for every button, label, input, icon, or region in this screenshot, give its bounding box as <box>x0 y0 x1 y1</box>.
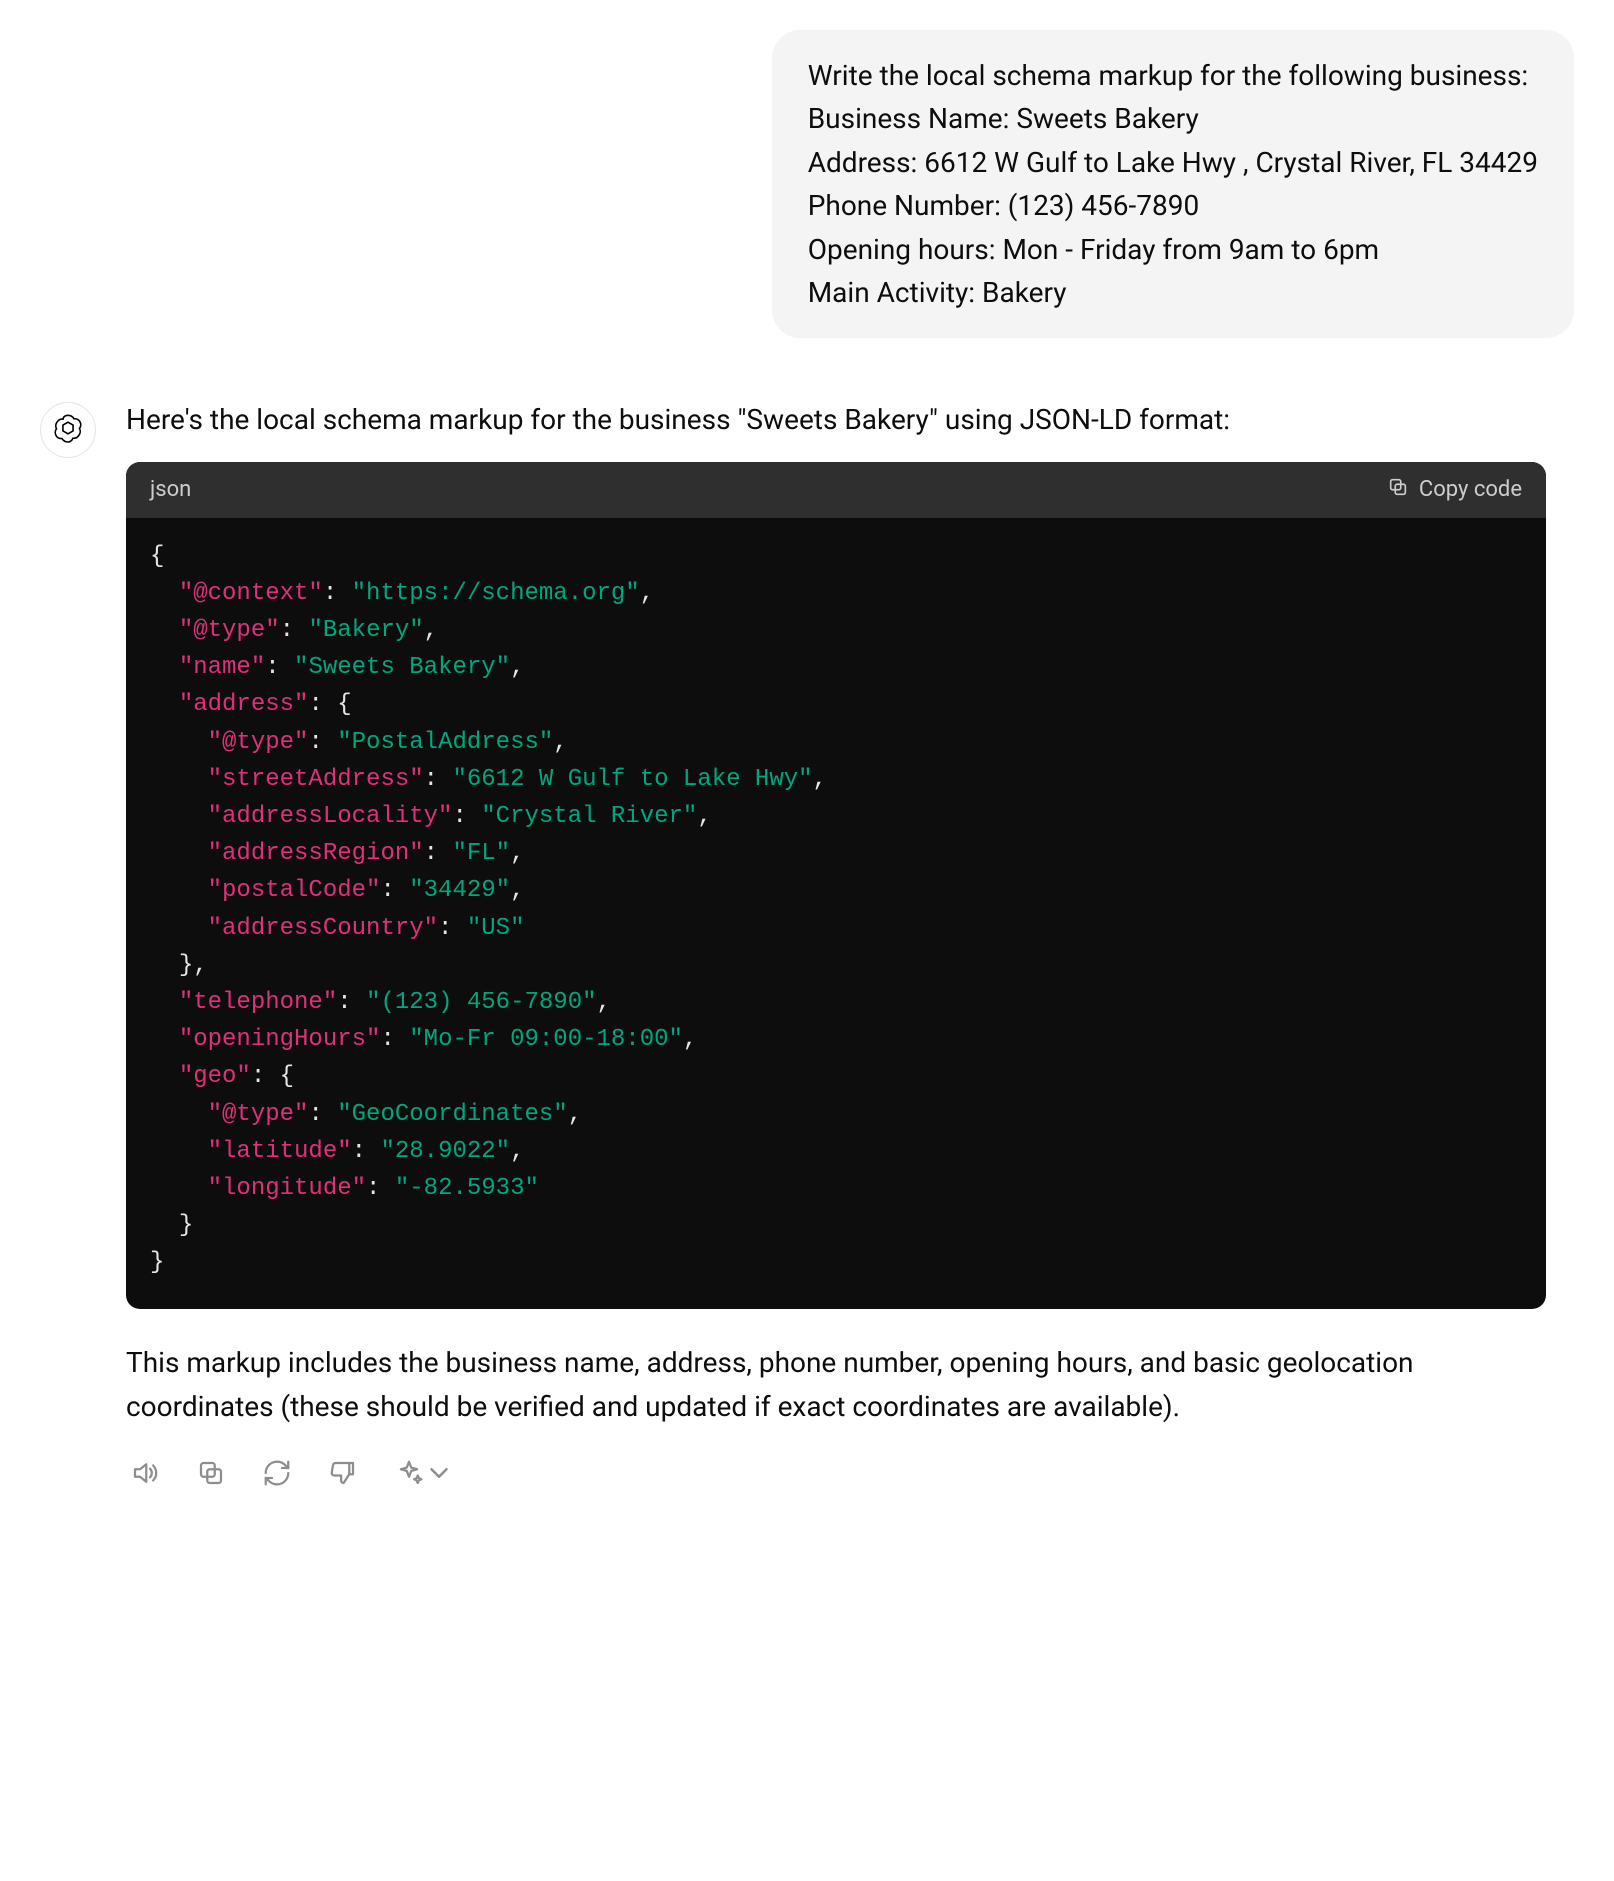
copy-message-button[interactable] <box>192 1454 230 1495</box>
code-token-key: "telephone" <box>179 989 337 1016</box>
user-message-line: Opening hours: Mon - Friday from 9am to … <box>808 228 1538 271</box>
code-body[interactable]: { "@context": "https://schema.org", "@ty… <box>126 518 1546 1310</box>
chat-page: Write the local schema markup for the fo… <box>0 0 1614 1561</box>
sparkle-icon <box>394 1458 424 1491</box>
code-token-colon: : <box>308 729 337 756</box>
code-token-key: "@type" <box>208 729 309 756</box>
assistant-intro-text: Here's the local schema markup for the b… <box>126 398 1546 441</box>
code-token-str: "PostalAddress" <box>337 729 553 756</box>
user-message-line: Main Activity: Bakery <box>808 271 1538 314</box>
user-message-line: Write the local schema markup for the fo… <box>808 54 1538 97</box>
user-message-line: Address: 6612 W Gulf to Lake Hwy , Cryst… <box>808 141 1538 184</box>
code-token-colon: : <box>337 989 366 1016</box>
regenerate-button[interactable] <box>258 1454 296 1495</box>
code-token-key: "longitude" <box>208 1175 366 1202</box>
code-token-colon: : <box>352 1138 381 1165</box>
code-token-punc: , <box>510 840 524 867</box>
code-token-punc: } <box>150 1249 164 1276</box>
code-token-str: "Crystal River" <box>481 803 697 830</box>
bad-response-button[interactable] <box>324 1454 362 1495</box>
code-token-punc: , <box>553 729 567 756</box>
user-message-line: Phone Number: (123) 456-7890 <box>808 184 1538 227</box>
code-token-str: "(123) 456-7890" <box>366 989 596 1016</box>
code-token-key: "latitude" <box>208 1138 352 1165</box>
code-token-key: "addressLocality" <box>208 803 453 830</box>
code-token-key: "addressRegion" <box>208 840 424 867</box>
code-token-colon: : <box>424 766 453 793</box>
speaker-icon <box>130 1458 160 1491</box>
openai-logo-icon <box>52 412 84 448</box>
code-token-key: "@context" <box>179 580 323 607</box>
code-token-str: "FL" <box>452 840 510 867</box>
code-token-punc: , <box>510 1138 524 1165</box>
code-token-colon: : <box>424 840 453 867</box>
code-token-punc: , <box>597 989 611 1016</box>
assistant-content: Here's the local schema markup for the b… <box>126 398 1546 1501</box>
thumbs-down-icon <box>328 1458 358 1491</box>
copy-icon <box>1387 476 1409 504</box>
code-token-key: "geo" <box>179 1063 251 1090</box>
code-token-str: "28.9022" <box>380 1138 510 1165</box>
user-message-row: Write the local schema markup for the fo… <box>40 30 1574 338</box>
code-block-header: json Copy code <box>126 462 1546 518</box>
code-token-punc: { <box>280 1063 294 1090</box>
code-token-key: "name" <box>179 654 265 681</box>
code-token-punc: }, <box>179 952 208 979</box>
code-token-punc: , <box>568 1101 582 1128</box>
assistant-outro-text: This markup includes the business name, … <box>126 1341 1546 1428</box>
code-token-key: "address" <box>179 691 309 718</box>
code-token-colon: : <box>380 1026 409 1053</box>
code-token-colon: : <box>308 691 337 718</box>
code-token-str: "-82.5933" <box>395 1175 539 1202</box>
code-token-colon: : <box>438 915 467 942</box>
code-token-colon: : <box>308 1101 337 1128</box>
code-token-str: "https://schema.org" <box>352 580 640 607</box>
code-token-str: "GeoCoordinates" <box>337 1101 567 1128</box>
code-token-str: "Bakery" <box>308 617 423 644</box>
code-language-label: json <box>150 477 191 502</box>
change-model-button[interactable] <box>390 1454 458 1495</box>
assistant-message-row: Here's the local schema markup for the b… <box>40 398 1574 1501</box>
user-message-bubble: Write the local schema markup for the fo… <box>772 30 1574 338</box>
code-token-punc: , <box>683 1026 697 1053</box>
code-token-key: "@type" <box>179 617 280 644</box>
code-token-colon: : <box>452 803 481 830</box>
refresh-icon <box>262 1458 292 1491</box>
code-block: json Copy code { "@context": "https://sc… <box>126 462 1546 1310</box>
user-message-line: Business Name: Sweets Bakery <box>808 97 1538 140</box>
code-token-colon: : <box>380 877 409 904</box>
code-token-punc: , <box>813 766 827 793</box>
copy-code-button[interactable]: Copy code <box>1387 476 1522 504</box>
assistant-avatar <box>40 402 96 458</box>
code-token-punc: , <box>424 617 438 644</box>
code-token-str: "Mo-Fr 09:00-18:00" <box>409 1026 683 1053</box>
code-token-punc: { <box>337 691 351 718</box>
code-token-punc: , <box>640 580 654 607</box>
code-token-key: "streetAddress" <box>208 766 424 793</box>
code-token-punc: , <box>510 877 524 904</box>
code-token-punc: , <box>510 654 524 681</box>
copy-icon <box>196 1458 226 1491</box>
code-token-punc: , <box>697 803 711 830</box>
code-token-key: "addressCountry" <box>208 915 438 942</box>
code-token-punc: { <box>150 543 164 570</box>
code-token-str: "Sweets Bakery" <box>294 654 510 681</box>
code-token-colon: : <box>323 580 352 607</box>
code-token-str: "US" <box>467 915 525 942</box>
chevron-down-icon <box>424 1458 454 1491</box>
code-token-colon: : <box>265 654 294 681</box>
copy-code-label: Copy code <box>1419 477 1522 502</box>
code-token-str: "6612 W Gulf to Lake Hwy" <box>452 766 812 793</box>
code-token-key: "openingHours" <box>179 1026 381 1053</box>
code-token-str: "34429" <box>409 877 510 904</box>
code-token-colon: : <box>251 1063 280 1090</box>
message-actions <box>126 1448 1546 1501</box>
code-token-key: "@type" <box>208 1101 309 1128</box>
code-token-key: "postalCode" <box>208 877 381 904</box>
code-token-colon: : <box>366 1175 395 1202</box>
read-aloud-button[interactable] <box>126 1454 164 1495</box>
code-token-colon: : <box>280 617 309 644</box>
code-token-punc: } <box>179 1212 193 1239</box>
